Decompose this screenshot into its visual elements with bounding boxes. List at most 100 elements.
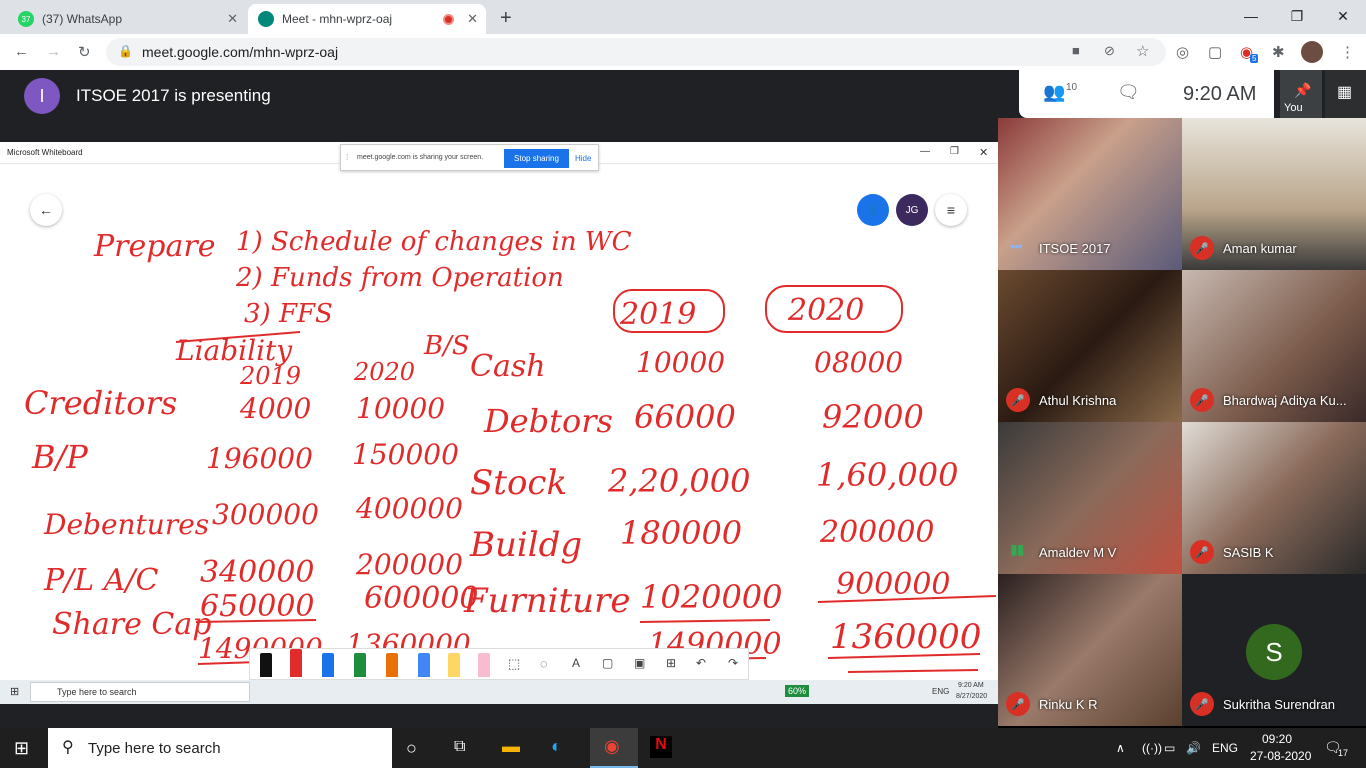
new-tab-icon[interactable]: + [500, 7, 512, 30]
wb-restore-icon[interactable]: ❐ [950, 146, 959, 157]
task-view-icon[interactable]: ⧉ [454, 738, 465, 756]
row-value: 08000 [814, 346, 903, 379]
green-pen-icon[interactable] [354, 653, 366, 677]
language-indicator[interactable]: ENG [1212, 728, 1238, 768]
battery-icon[interactable]: ▭ [1164, 728, 1175, 768]
participant-tile[interactable]: ▮▮ Amaldev M V [998, 422, 1182, 574]
url-text[interactable]: meet.google.com/mhn-wprz-oaj [142, 44, 338, 60]
blue-pen-icon[interactable] [322, 653, 334, 677]
reload-icon[interactable]: ↻ [78, 43, 91, 61]
cortana-icon[interactable]: ○ [406, 738, 417, 759]
profile-avatar[interactable] [1301, 41, 1323, 63]
row-value: 180000 [620, 514, 742, 552]
people-icon[interactable]: 👥 [1043, 82, 1065, 103]
lasso-icon[interactable]: ◌ [540, 656, 548, 671]
shared-screen: Microsoft Whiteboard — ❐ ✕ ⁞ meet.google… [0, 142, 998, 704]
self-label: You [1284, 102, 1303, 114]
meet-clock: 9:20 AM [1183, 83, 1257, 105]
row-value: 1020000 [640, 578, 783, 616]
image-icon[interactable]: ▣ [634, 656, 645, 670]
eraser-icon[interactable] [478, 653, 490, 677]
wifi-icon[interactable]: ((·)) [1142, 728, 1162, 768]
participant-tile[interactable]: ••• ITSOE 2017 [998, 118, 1182, 270]
item2-text: 2) Funds from Operation [235, 263, 564, 293]
taskbar-time[interactable]: 09:20 [1262, 732, 1292, 746]
ruler-icon[interactable]: ⬚ [508, 656, 520, 672]
participant-avatar: S [1246, 624, 1302, 680]
back-icon[interactable]: ← [14, 43, 29, 60]
insert-icon[interactable]: ⊞ [666, 656, 676, 670]
red-pen-icon[interactable] [290, 649, 302, 677]
row-value: 150000 [352, 438, 459, 471]
audio-level-icon: ▮▮ [1010, 541, 1024, 557]
windows-taskbar: ⊞ ⚲ Type here to search ○ ⧉ ▬ ◐ ◉ N ∧ ((… [0, 728, 1366, 768]
file-explorer-icon[interactable]: ▬ [502, 736, 520, 757]
extension-square-icon[interactable]: ▢ [1208, 43, 1222, 61]
taskbar-search-box[interactable]: ⚲ Type here to search [48, 728, 392, 768]
restore-icon[interactable]: ❐ [1274, 0, 1320, 32]
taskbar-date[interactable]: 27-08-2020 [1250, 749, 1311, 763]
wb-minimize-icon[interactable]: — [920, 146, 930, 157]
share-message: meet.google.com is sharing your screen. [357, 154, 484, 161]
camera-icon[interactable]: ■ [1072, 43, 1080, 58]
shared-search-box: Type here to search [30, 682, 250, 702]
edge-icon[interactable]: ◐ [551, 736, 562, 757]
orange-pen-icon[interactable] [386, 653, 398, 677]
row-value: 900000 [836, 567, 951, 602]
close-window-icon[interactable]: ✕ [1320, 0, 1366, 32]
note-icon[interactable]: ▢ [602, 656, 613, 670]
search-icon: ⚲ [62, 739, 74, 756]
whiteboard-canvas[interactable]: Prepare 1) Schedule of changes in WC 2) … [0, 164, 998, 674]
extension-compass-icon[interactable]: ◎ [1176, 43, 1189, 61]
tab-whatsapp[interactable]: 37 (37) WhatsApp ✕ [8, 4, 246, 34]
participant-name: Amaldev M V [1039, 545, 1117, 560]
black-pen-icon[interactable] [260, 653, 272, 677]
close-tab-icon[interactable]: ✕ [467, 11, 478, 27]
yellow-highlighter-icon[interactable] [448, 653, 460, 677]
tray-chevron-icon[interactable]: ∧ [1116, 728, 1125, 768]
row-label: Creditors [24, 384, 177, 422]
chat-icon[interactable]: 🗨 [1117, 82, 1140, 103]
text-icon[interactable]: A [572, 656, 580, 670]
tab-strip: 37 (37) WhatsApp ✕ Meet - mhn-wprz-oaj ✕… [0, 0, 1366, 34]
tab-meet[interactable]: Meet - mhn-wprz-oaj ✕ [248, 4, 486, 34]
participant-tile[interactable]: 🎤 Bhardwaj Aditya Ku... [1182, 270, 1366, 422]
eye-off-icon[interactable]: ⊘ [1104, 43, 1115, 59]
light-blue-pen-icon[interactable] [418, 653, 430, 677]
redo-icon[interactable]: ↷ [728, 656, 738, 670]
netflix-icon[interactable]: N [650, 736, 672, 758]
bookmark-star-icon[interactable]: ☆ [1136, 42, 1149, 60]
participant-tile[interactable]: 🎤 SASIB K [1182, 422, 1366, 574]
row-value: 300000 [212, 498, 319, 531]
drag-handle-icon[interactable]: ⁞ [346, 153, 348, 162]
undo-icon[interactable]: ↶ [696, 656, 706, 670]
row-value: 10000 [636, 346, 725, 379]
participant-tile[interactable]: 🎤 Athul Krishna [998, 270, 1182, 422]
participant-name: ITSOE 2017 [1039, 241, 1111, 256]
row-value: 66000 [634, 398, 736, 436]
row-value: 196000 [206, 442, 313, 475]
row-value: 1,60,000 [816, 456, 959, 494]
participant-tile[interactable]: S 🎤 Sukritha Surendran [1182, 574, 1366, 726]
close-tab-icon[interactable]: ✕ [227, 11, 238, 27]
row-value: 340000 [200, 555, 315, 590]
chrome-taskbar-button[interactable]: ◉ [590, 728, 638, 768]
volume-icon[interactable]: 🔊 [1186, 728, 1201, 768]
menu-kebab-icon[interactable]: ⋮ [1340, 43, 1355, 61]
pin-icon[interactable]: 📌 [1294, 82, 1311, 99]
hide-button[interactable]: Hide [575, 154, 591, 163]
participant-tile[interactable]: 🎤 Rinku K R [998, 574, 1182, 726]
underline [847, 669, 979, 673]
extensions-puzzle-icon[interactable]: ✱ [1272, 43, 1285, 61]
grid-layout-icon[interactable]: ▦ [1337, 82, 1352, 102]
self-view-tile[interactable]: 📌 You [1280, 70, 1322, 118]
forward-icon[interactable]: → [46, 43, 61, 60]
participant-name: Athul Krishna [1039, 393, 1117, 408]
address-bar[interactable]: 🔒 meet.google.com/mhn-wprz-oaj ■ ⊘ ☆ [106, 38, 1166, 66]
windows-start-icon[interactable]: ⊞ [14, 738, 29, 759]
row-value: 4000 [239, 392, 311, 425]
layout-tile[interactable]: ▦ [1325, 70, 1366, 118]
participant-tile[interactable]: 🎤 Aman kumar [1182, 118, 1366, 270]
minimize-icon[interactable]: — [1228, 0, 1274, 32]
wb-close-icon[interactable]: ✕ [979, 146, 988, 159]
